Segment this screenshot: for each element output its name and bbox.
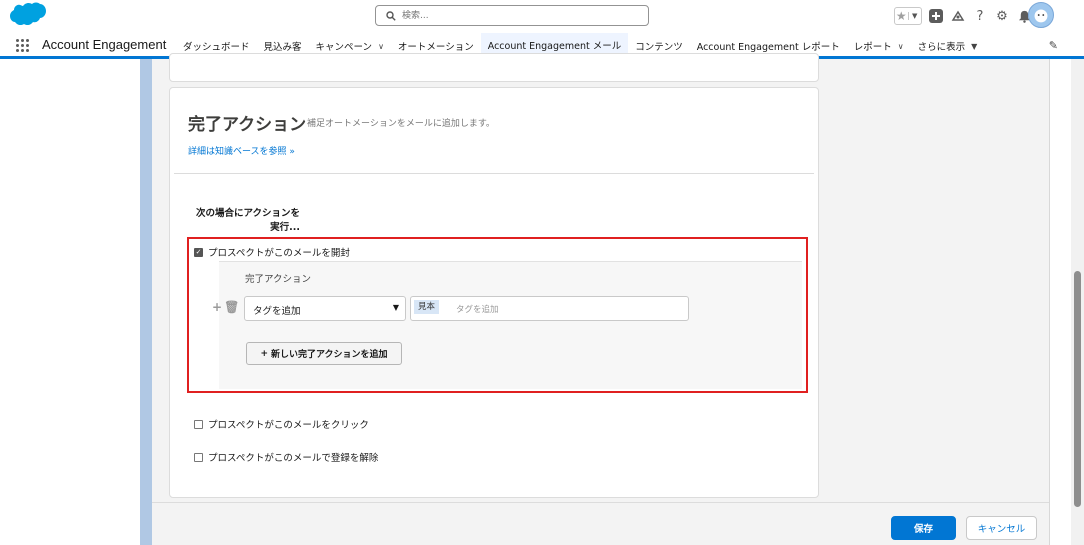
condition-clicked[interactable]: プロスペクトがこのメールをクリック [194,417,369,431]
left-rail [140,59,152,545]
condition-opened[interactable]: ✓ プロスペクトがこのメールを開封 [194,245,350,259]
tag-placeholder: タグを追加 [456,305,499,315]
app-launcher-icon[interactable] [16,39,30,53]
chevron-down-icon[interactable]: ∨ [898,42,904,51]
left-gutter [0,59,140,545]
chevron-down-icon[interactable]: ∨ [378,42,384,51]
trailhead-icon[interactable] [950,8,966,24]
scrollbar-thumb[interactable] [1074,271,1081,507]
plus-icon: + [260,348,268,359]
favorites-button[interactable]: ★ ▼ [894,7,922,25]
header-utility-icons: ★ ▼ ? ⚙ [894,5,1032,27]
action-footer: 保存 キャンセル [152,502,1049,545]
action-heading: 完了アクション [245,274,312,285]
completion-actions-card: 完了アクション 補足オートメーションをメールに追加します。 詳細は知識ベースを参… [169,87,819,498]
row-controls: + 🗑 [212,300,239,314]
global-search[interactable] [375,5,649,26]
cancel-button[interactable]: キャンセル [966,516,1037,540]
page-scrollbar[interactable] [1071,59,1084,545]
previous-section-card [169,53,819,82]
section-title: 完了アクション [188,115,307,135]
chevron-down-icon: ▼ [392,303,399,312]
app-name: Account Engagement [42,37,167,52]
global-header: ★ ▼ ? ⚙ [0,0,1084,33]
edit-nav-pencil-icon[interactable]: ✎ [1049,39,1058,52]
salesforce-logo[interactable] [6,2,48,30]
setup-gear-icon[interactable]: ⚙ [994,8,1010,24]
tab-more[interactable]: さらに表示 ▼ [911,33,985,59]
add-row-icon[interactable]: + [212,300,222,314]
knowledge-base-link[interactable]: 詳細は知識ベースを参照 » [188,144,295,157]
right-gutter [1049,59,1071,545]
trash-icon[interactable]: 🗑 [224,300,239,314]
condition-unsubscribed[interactable]: プロスペクトがこのメールで登録を解除 [194,450,378,464]
divider [174,173,814,174]
section-subtitle: 補足オートメーションをメールに追加します。 [307,119,495,129]
when-label: 次の場合にアクションを実行... [195,208,300,233]
tag-input[interactable]: 見本 タグを追加 [410,296,689,321]
favorites-dropdown-icon[interactable]: ▼ [907,12,922,20]
page-content: 完了アクション 補足オートメーションをメールに追加します。 詳細は知識ベースを参… [0,53,1084,545]
completion-action-panel: 完了アクション + 🗑 タグを追加 ▼ 見本 タグを追加 + 新しい完了アクショ… [212,261,802,389]
save-button[interactable]: 保存 [891,516,956,540]
email-editor-main: 完了アクション 補足オートメーションをメールに追加します。 詳細は知識ベースを参… [152,53,1049,545]
add-icon[interactable] [928,8,944,24]
caret-down-icon[interactable]: ▼ [971,42,977,51]
highlight-box: ✓ プロスペクトがこのメールを開封 完了アクション + 🗑 タグを追加 ▼ 見本 [187,237,808,393]
tag-pill[interactable]: 見本 [414,300,440,314]
checkbox-unchecked[interactable] [194,419,203,429]
checkbox-checked[interactable]: ✓ [194,247,203,257]
user-avatar[interactable] [1028,2,1054,28]
help-icon[interactable]: ? [972,8,988,24]
search-input[interactable] [402,8,642,24]
favorites-star-icon[interactable]: ★ [895,9,908,23]
search-icon [386,11,396,21]
action-type-select[interactable]: タグを追加 ▼ [244,296,406,321]
tab-reports[interactable]: レポート ∨ [847,33,911,59]
checkbox-unchecked[interactable] [194,452,203,462]
add-completion-action-button[interactable]: + 新しい完了アクションを追加 [246,342,402,365]
